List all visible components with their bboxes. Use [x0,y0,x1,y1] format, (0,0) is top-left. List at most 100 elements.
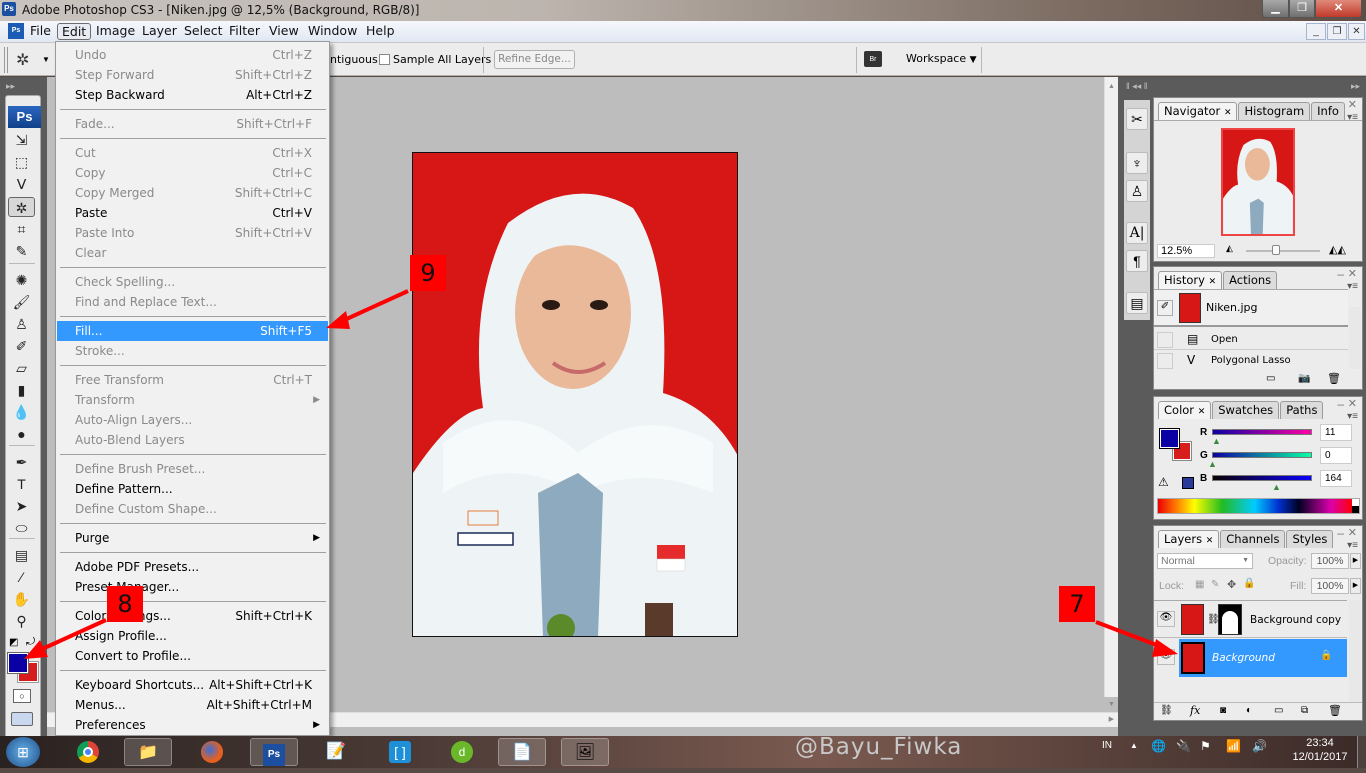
menu-item-fill[interactable]: Fill... Shift+F5 [57,321,328,341]
taskbar-brackets[interactable]: [ ] [376,738,424,766]
quick-mask-icon[interactable]: ○ [13,689,31,703]
panel-close-icon[interactable]: ✕ [1348,526,1357,539]
doc-close-button[interactable]: ✕ [1348,23,1365,40]
menu-item-copy[interactable]: Copy Ctrl+C [57,163,328,183]
menu-item-step-backward[interactable]: Step Backward Alt+Ctrl+Z [57,85,328,105]
expand-panel-icon[interactable]: ▸▸ [6,81,15,92]
network-icon[interactable]: 📶 [1226,739,1241,753]
visibility-eye-icon[interactable]: 👁 [1157,611,1175,627]
close-tab-icon[interactable]: ✕ [1224,108,1232,118]
paragraph-icon[interactable]: ¶ [1126,250,1148,272]
refine-edge-button[interactable]: Refine Edge... [494,50,575,69]
menu-select[interactable]: Select [180,23,227,40]
channel-slider-thumb[interactable]: ▲ [1272,482,1281,492]
menu-item-step-forward[interactable]: Step Forward Shift+Ctrl+Z [57,65,328,85]
layer-name[interactable]: Background copy [1250,614,1341,626]
opacity-field[interactable]: 100% [1311,553,1349,569]
clone-stamp-tool[interactable]: ♙ [8,314,35,334]
menu-item-define-pattern[interactable]: Define Pattern... [57,479,328,499]
restore-button[interactable]: ❐ [1289,0,1315,18]
close-button[interactable]: ✕ [1315,0,1362,18]
panel-menu-icon[interactable]: ▾≡ [1347,281,1358,292]
channel-slider-g[interactable] [1212,452,1312,458]
notes-tool[interactable]: ▤ [8,545,35,565]
shape-tool[interactable]: ⬭ [8,518,35,538]
foreground-color-swatch[interactable] [7,652,29,674]
layer-name[interactable]: Background [1212,652,1275,664]
pen-tool[interactable]: ✒ [8,452,35,472]
document-image[interactable] [412,152,738,637]
swap-colors-icon[interactable]: ⤾ [26,636,35,649]
tab-layers[interactable]: Layers ✕ [1158,530,1220,548]
channel-value-g[interactable]: 0 [1320,447,1352,464]
tab-color[interactable]: Color ✕ [1158,401,1212,419]
workspace-button[interactable]: Workspace ▼ [906,52,977,65]
zoom-slider-thumb[interactable] [1271,245,1280,255]
tab-swatches[interactable]: Swatches [1212,401,1280,419]
layer-row[interactable]: 👁 ⛓ Background copy [1154,600,1347,638]
lock-all-icon[interactable]: 🔒 [1243,578,1255,589]
menu-item-menus[interactable]: Menus... Alt+Shift+Ctrl+M [57,695,328,715]
channel-value-b[interactable]: 164 [1320,470,1352,487]
delete-state-icon[interactable]: 🗑 [1327,372,1341,385]
menu-window[interactable]: Window [304,23,361,40]
lock-transparency-icon[interactable]: ▦ [1195,579,1204,590]
channel-slider-thumb[interactable]: ▲ [1208,459,1217,469]
layer-comps-icon[interactable]: ▤ [1126,292,1148,314]
menu-item-fade[interactable]: Fade... Shift+Ctrl+F [57,114,328,134]
tool-presets-icon[interactable]: ✂ [1126,108,1148,130]
menu-item-paste[interactable]: Paste Ctrl+V [57,203,328,223]
menu-item-paste-into[interactable]: Paste Into Shift+Ctrl+V [57,223,328,243]
slice-tool[interactable]: ✎ [8,241,35,261]
dodge-tool[interactable]: ● [8,424,35,444]
minimize-button[interactable]: ▁ [1262,0,1289,18]
tab-info[interactable]: Info [1311,102,1345,120]
marquee-tool[interactable]: ⬚ [8,152,35,172]
crop-tool[interactable]: ⌗ [8,219,35,239]
panel-minimize-icon[interactable]: – [1337,526,1344,540]
history-step[interactable]: ▤ Open [1154,330,1348,350]
opacity-slider-button[interactable]: ▶ [1350,553,1361,569]
screen-mode-icon[interactable] [11,712,33,726]
taskbar-notepad[interactable]: 📄 [498,738,546,766]
channel-slider-b[interactable] [1212,475,1312,481]
history-source-box[interactable] [1157,332,1173,348]
menu-item-assign-profile[interactable]: Assign Profile... [57,626,328,646]
taskbar-firefox[interactable] [188,738,236,766]
menu-item-undo[interactable]: Undo Ctrl+Z [57,45,328,65]
menu-item-keyboard-shortcuts[interactable]: Keyboard Shortcuts... Alt+Shift+Ctrl+K [57,675,328,695]
lock-position-icon[interactable]: ✥ [1227,578,1236,591]
menu-item-define-custom-shape[interactable]: Define Custom Shape... [57,499,328,519]
panel-minimize-icon[interactable]: – [1337,397,1344,411]
fill-field[interactable]: 100% [1311,578,1349,594]
menu-item-define-brush-preset[interactable]: Define Brush Preset... [57,459,328,479]
idm-tray-icon[interactable]: 🌐 [1151,739,1166,753]
tab-styles[interactable]: Styles [1286,530,1334,548]
menu-edit[interactable]: Edit [57,23,92,40]
expand-dock-icon[interactable]: ▸▸ [1351,81,1360,92]
menu-item-auto-blend-layers[interactable]: Auto-Blend Layers [57,430,328,450]
vertical-scrollbar[interactable]: ▲ ▼ [1104,77,1118,708]
channel-value-r[interactable]: 11 [1320,424,1352,441]
zoom-slider-track[interactable] [1246,250,1320,252]
close-tab-icon[interactable]: ✕ [1206,536,1214,546]
menu-item-stroke[interactable]: Stroke... [57,341,328,361]
panel-close-icon[interactable]: ✕ [1348,397,1357,410]
channel-slider-thumb[interactable]: ▲ [1212,436,1221,446]
eyedropper-tool[interactable]: ⁄ [8,567,35,587]
menu-item-convert-to-profile[interactable]: Convert to Profile... [57,646,328,666]
menu-item-transform[interactable]: Transform ▶ [57,390,328,410]
menu-file[interactable]: File [26,23,55,40]
panel-menu-icon[interactable]: ▾≡ [1347,540,1358,551]
tab-actions[interactable]: Actions [1223,271,1278,289]
collapse-dock-icon[interactable]: ‖ ◂◂ ‖ [1126,81,1147,92]
character-icon[interactable]: A| [1126,222,1148,244]
menu-item-auto-align-layers[interactable]: Auto-Align Layers... [57,410,328,430]
taskbar-chrome[interactable] [64,738,112,766]
clock[interactable]: 23:34 12/01/2017 [1290,736,1350,764]
sample-all-layers-checkbox[interactable] [379,54,390,65]
navigator-thumbnail[interactable] [1221,128,1295,236]
eraser-tool[interactable]: ▱ [8,358,35,378]
show-hidden-icons[interactable]: ▲ [1130,741,1138,750]
panel-menu-icon[interactable]: ▾≡ [1347,411,1358,422]
